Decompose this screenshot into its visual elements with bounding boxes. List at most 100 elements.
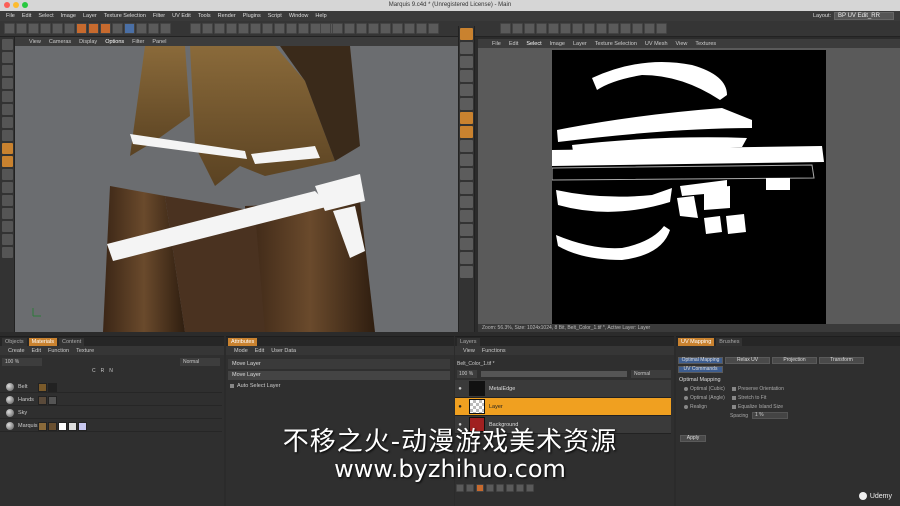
spacing-field[interactable]: 1 % <box>752 412 788 419</box>
model-mode-icon[interactable] <box>2 39 13 50</box>
menu-render[interactable]: Render <box>218 13 236 19</box>
attr-menu-mode[interactable]: Mode <box>234 348 248 354</box>
menu-help[interactable]: Help <box>315 13 326 19</box>
glow-icon[interactable] <box>428 23 439 34</box>
color-chip-icon[interactable] <box>460 112 473 124</box>
eyedropper-icon[interactable] <box>2 195 13 206</box>
menu-select[interactable]: Select <box>38 13 53 19</box>
workplane-lock-icon[interactable] <box>2 182 13 193</box>
checkbox-icon[interactable] <box>732 405 736 409</box>
duplicate-layer-icon[interactable] <box>496 484 504 492</box>
layers-menu-functions[interactable]: Functions <box>482 348 506 354</box>
layers-menu-view[interactable]: View <box>463 348 475 354</box>
x-axis-icon[interactable] <box>76 23 87 34</box>
texture-mode-icon[interactable] <box>2 52 13 63</box>
optimal-angle-option[interactable]: Optimal (Angle) <box>684 395 725 401</box>
vp-menu-options[interactable]: Options <box>105 39 124 45</box>
camera-icon[interactable] <box>262 23 273 34</box>
uv-menu-layer[interactable]: Layer <box>573 41 587 47</box>
uv-menu-select[interactable]: Select <box>526 41 541 47</box>
menu-file[interactable]: File <box>6 13 15 19</box>
uv-edges-icon[interactable] <box>524 23 535 34</box>
workplane-icon[interactable] <box>2 65 13 76</box>
mat-menu-create[interactable]: Create <box>8 348 25 354</box>
bump-icon[interactable] <box>392 23 403 34</box>
environment-icon[interactable] <box>380 23 391 34</box>
material-row-hands[interactable]: Hands <box>0 395 222 406</box>
eraser-icon[interactable] <box>2 221 13 232</box>
layer-opacity-slider[interactable] <box>481 371 627 377</box>
reflect-map-thumb[interactable] <box>48 382 57 392</box>
menu-uv-edit[interactable]: UV Edit <box>172 13 191 19</box>
delete-layer-icon[interactable] <box>526 484 534 492</box>
redo-icon[interactable] <box>16 23 27 34</box>
specular-icon[interactable] <box>416 23 427 34</box>
live-select-icon[interactable] <box>28 23 39 34</box>
uv-pack-icon[interactable] <box>632 23 643 34</box>
adjustment-layer-icon[interactable] <box>486 484 494 492</box>
checker-icon[interactable] <box>460 126 473 138</box>
tag-icon[interactable] <box>286 23 297 34</box>
menu-image[interactable]: Image <box>61 13 76 19</box>
paint-setup-icon[interactable] <box>298 23 309 34</box>
menu-script[interactable]: Script <box>268 13 282 19</box>
reflection-icon[interactable] <box>368 23 379 34</box>
menu-texture-selection[interactable]: Texture Selection <box>104 13 146 19</box>
auto-select-layer-option[interactable]: Auto Select Layer <box>230 383 280 389</box>
z-axis-icon[interactable] <box>100 23 111 34</box>
vp-menu-cameras[interactable]: Cameras <box>49 39 71 45</box>
checkbox-icon[interactable] <box>732 387 736 391</box>
optimal-mapping-button[interactable]: Optimal Mapping <box>678 357 723 364</box>
transform-button[interactable]: Transform <box>819 357 864 364</box>
tab-content[interactable]: Content <box>58 337 85 346</box>
uv-relax-icon[interactable] <box>620 23 631 34</box>
edges-mode-icon[interactable] <box>2 91 13 102</box>
mat-zoom-field[interactable]: 100 % <box>2 358 42 366</box>
uv-polygons-icon[interactable] <box>512 23 523 34</box>
uv-texture-canvas[interactable] <box>552 50 826 324</box>
new-folder-icon[interactable] <box>466 484 474 492</box>
vp-menu-filter[interactable]: Filter <box>132 39 144 45</box>
checkbox-icon[interactable] <box>732 396 736 400</box>
equalize-island-size-check[interactable]: Equalize Island Size <box>732 404 783 410</box>
burn-icon[interactable] <box>460 210 473 222</box>
visibility-eye-icon[interactable]: ● <box>455 404 465 410</box>
nurbs-icon[interactable] <box>214 23 225 34</box>
enable-axis-icon[interactable] <box>2 143 13 154</box>
uv-editor-area[interactable] <box>478 48 900 324</box>
mat-menu-function[interactable]: Function <box>48 348 69 354</box>
tab-uv-mapping[interactable]: UV Mapping <box>678 337 715 346</box>
attr-menu-edit[interactable]: Edit <box>255 348 264 354</box>
alpha-icon[interactable] <box>404 23 415 34</box>
menu-edit[interactable]: Edit <box>22 13 31 19</box>
scale-icon[interactable] <box>52 23 63 34</box>
fill-bucket-icon[interactable] <box>460 140 473 152</box>
snap-icon[interactable] <box>2 169 13 180</box>
relax-uv-button[interactable]: Relax UV <box>725 357 770 364</box>
uv-grid-icon[interactable] <box>596 23 607 34</box>
vp-menu-view[interactable]: View <box>29 39 41 45</box>
uv-move-icon[interactable] <box>536 23 547 34</box>
menu-plugins[interactable]: Plugins <box>243 13 261 19</box>
hand-tool-icon[interactable] <box>460 252 473 264</box>
fill-icon[interactable] <box>2 208 13 219</box>
realign-option[interactable]: Realign <box>684 404 707 410</box>
visibility-eye-icon[interactable]: ● <box>455 386 465 392</box>
uv-mirror-icon[interactable] <box>572 23 583 34</box>
vp-menu-panel[interactable]: Panel <box>152 39 166 45</box>
uv-menu-view[interactable]: View <box>676 41 688 47</box>
vp-menu-display[interactable]: Display <box>79 39 97 45</box>
menu-layer[interactable]: Layer <box>83 13 97 19</box>
color-map-thumb[interactable] <box>38 382 47 392</box>
clone-icon[interactable] <box>460 98 473 110</box>
layer-mask-icon[interactable] <box>476 484 484 492</box>
mat-blend-select[interactable]: Normal <box>180 358 220 366</box>
move-icon[interactable] <box>40 23 51 34</box>
checkbox-icon[interactable] <box>230 384 234 388</box>
optimal-cubic-option[interactable]: Optimal (Cubic) <box>684 386 725 392</box>
color-icon[interactable] <box>320 23 331 34</box>
layer-opacity-field[interactable]: 100 % <box>457 370 477 378</box>
uv-menu-uv-mesh[interactable]: UV Mesh <box>645 41 668 47</box>
blur-icon[interactable] <box>460 182 473 194</box>
reflect-map-thumb[interactable] <box>48 395 57 405</box>
